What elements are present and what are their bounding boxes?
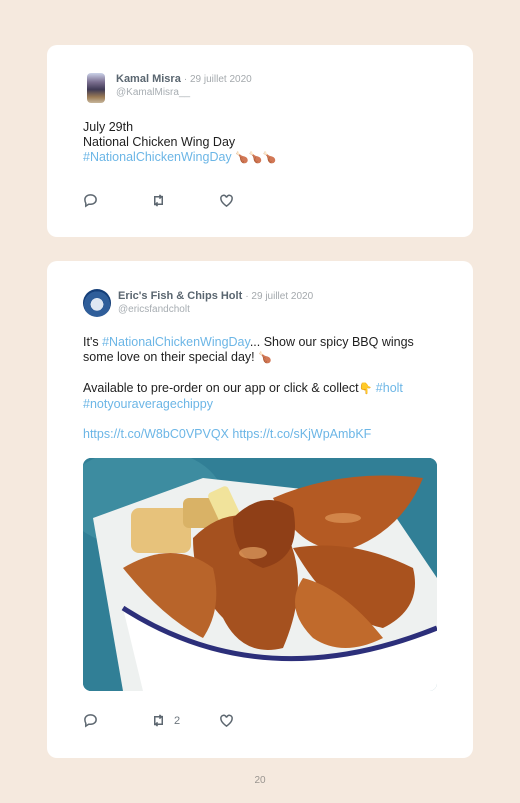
tweet-header: Eric's Fish & Chips Holt · 29 juillet 20… xyxy=(83,289,313,317)
tweet-date[interactable]: · 29 juillet 2020 xyxy=(245,291,313,302)
like-icon xyxy=(220,194,233,208)
chicken-wings-image xyxy=(83,458,437,691)
retweet-icon xyxy=(154,714,163,727)
like-icon xyxy=(220,714,233,728)
retweet-button[interactable] xyxy=(151,193,219,208)
pointing-down-emoji: 👇 xyxy=(358,383,373,395)
tweet-date[interactable]: · 29 juillet 2020 xyxy=(184,74,252,85)
drumstick-emoji: 🍗🍗🍗 xyxy=(235,152,277,164)
tweet-card: Kamal Misra · 29 juillet 2020 @KamalMisr… xyxy=(47,45,473,237)
tweet-text: July 29th National Chicken Wing Day #Nat… xyxy=(83,120,443,166)
text-run: Available to pre-order on our app or cli… xyxy=(83,381,359,395)
tweet-actions xyxy=(83,193,287,208)
avatar[interactable] xyxy=(87,73,105,103)
author-handle[interactable]: @ericsfandcholt xyxy=(118,303,313,316)
retweet-count: 2 xyxy=(174,714,181,727)
tweet-photo[interactable] xyxy=(83,458,437,691)
tweet-header: Kamal Misra · 29 juillet 2020 @KamalMisr… xyxy=(83,73,252,103)
retweet-button[interactable]: 2 xyxy=(151,713,219,728)
reply-button[interactable] xyxy=(83,193,151,208)
text-run: It's xyxy=(83,335,103,349)
tweet-paragraph: It's #NationalChickenWingDay... Show our… xyxy=(83,335,443,366)
like-button[interactable] xyxy=(219,193,287,208)
tweet-actions: 2 xyxy=(83,713,287,728)
url-link[interactable]: https://t.co/W8bC0VPVQX xyxy=(83,427,229,441)
reply-icon xyxy=(84,714,97,728)
tweet-line: National Chicken Wing Day xyxy=(83,135,236,149)
retweet-icon xyxy=(154,194,163,207)
reply-icon xyxy=(84,194,97,208)
tweet-text: It's #NationalChickenWingDay... Show our… xyxy=(83,335,443,442)
author-name[interactable]: Kamal Misra xyxy=(116,73,181,85)
hashtag-link[interactable]: #NationalChickenWingDay xyxy=(83,150,232,164)
reply-button[interactable] xyxy=(83,713,151,728)
author-handle[interactable]: @KamalMisra__ xyxy=(116,86,252,99)
hashtag-link[interactable]: #holt xyxy=(376,381,403,395)
tweet-paragraph: Available to pre-order on our app or cli… xyxy=(83,381,443,412)
url-link[interactable]: https://t.co/sKjWpAmbKF xyxy=(232,427,371,441)
tweet-card: Eric's Fish & Chips Holt · 29 juillet 20… xyxy=(47,261,473,758)
hashtag-link[interactable]: #notyouraveragechippy xyxy=(83,397,213,411)
tweet-links: https://t.co/W8bC0VPVQX https://t.co/sKj… xyxy=(83,427,443,442)
page-number: 20 xyxy=(254,775,266,786)
avatar[interactable] xyxy=(83,289,111,317)
author-name[interactable]: Eric's Fish & Chips Holt xyxy=(118,290,242,302)
tweet-line: July 29th xyxy=(83,120,134,134)
drumstick-emoji: 🍗 xyxy=(258,352,272,364)
hashtag-link[interactable]: #NationalChickenWingDay xyxy=(102,335,250,349)
like-button[interactable] xyxy=(219,713,287,728)
